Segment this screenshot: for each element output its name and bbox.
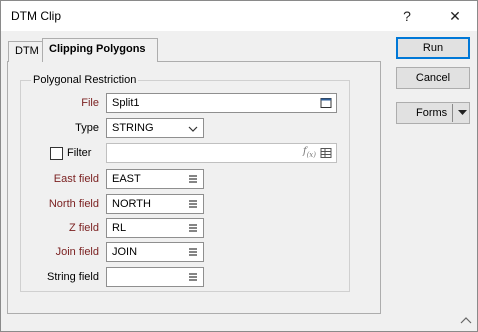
filter-checkbox[interactable] <box>50 147 63 160</box>
cancel-button-label: Cancel <box>415 72 451 84</box>
tab-dtm[interactable]: DTM <box>8 41 43 62</box>
list-icon[interactable] <box>187 173 199 185</box>
join-field-input[interactable]: JOIN <box>106 242 204 262</box>
filter-input[interactable]: f(x) <box>106 143 337 163</box>
string-field-label: String field <box>47 271 99 283</box>
north-field-label: North field <box>48 198 99 210</box>
resize-grip-icon[interactable] <box>460 315 472 327</box>
type-value: STRING <box>112 122 154 134</box>
file-value: Split1 <box>112 97 140 109</box>
type-select[interactable]: STRING <box>106 118 204 138</box>
forms-dropdown-button[interactable] <box>455 102 469 124</box>
east-field-input[interactable]: EAST <box>106 169 204 189</box>
type-label: Type <box>75 122 99 134</box>
north-field-input[interactable]: NORTH <box>106 194 204 214</box>
list-icon[interactable] <box>187 198 199 210</box>
tab-clipping-polygons[interactable]: Clipping Polygons <box>42 38 158 62</box>
chevron-down-icon <box>188 126 198 132</box>
browse-icon[interactable] <box>320 97 332 109</box>
string-field-input[interactable] <box>106 267 204 287</box>
join-field-value: JOIN <box>112 246 138 258</box>
close-icon: ✕ <box>449 7 461 24</box>
east-field-value: EAST <box>112 173 141 185</box>
filter-label: Filter <box>67 147 92 159</box>
file-input[interactable]: Split1 <box>106 93 337 113</box>
table-icon[interactable] <box>320 147 332 159</box>
window-title: DTM Clip <box>11 9 61 23</box>
help-icon: ? <box>403 8 411 24</box>
group-legend: Polygonal Restriction <box>31 74 139 86</box>
z-field-value: RL <box>112 222 127 234</box>
file-label: File <box>81 97 99 109</box>
list-icon[interactable] <box>187 246 199 258</box>
list-icon[interactable] <box>187 271 199 283</box>
run-button-label: Run <box>422 42 444 54</box>
function-icon[interactable]: f(x) <box>303 146 316 159</box>
forms-button-label: Forms <box>416 107 448 119</box>
close-button[interactable]: ✕ <box>435 1 475 31</box>
title-bar: DTM Clip ? ✕ <box>1 1 477 31</box>
forms-separator <box>452 104 453 122</box>
z-field-input[interactable]: RL <box>106 218 204 238</box>
help-button[interactable]: ? <box>387 1 427 31</box>
north-field-value: NORTH <box>112 198 151 210</box>
caret-down-icon <box>457 110 467 115</box>
list-icon[interactable] <box>187 222 199 234</box>
east-field-label: East field <box>53 173 99 185</box>
z-field-label: Z field <box>69 222 99 234</box>
cancel-button[interactable]: Cancel <box>396 67 470 89</box>
join-field-label: Join field <box>55 246 99 258</box>
run-button[interactable]: Run <box>396 37 470 59</box>
